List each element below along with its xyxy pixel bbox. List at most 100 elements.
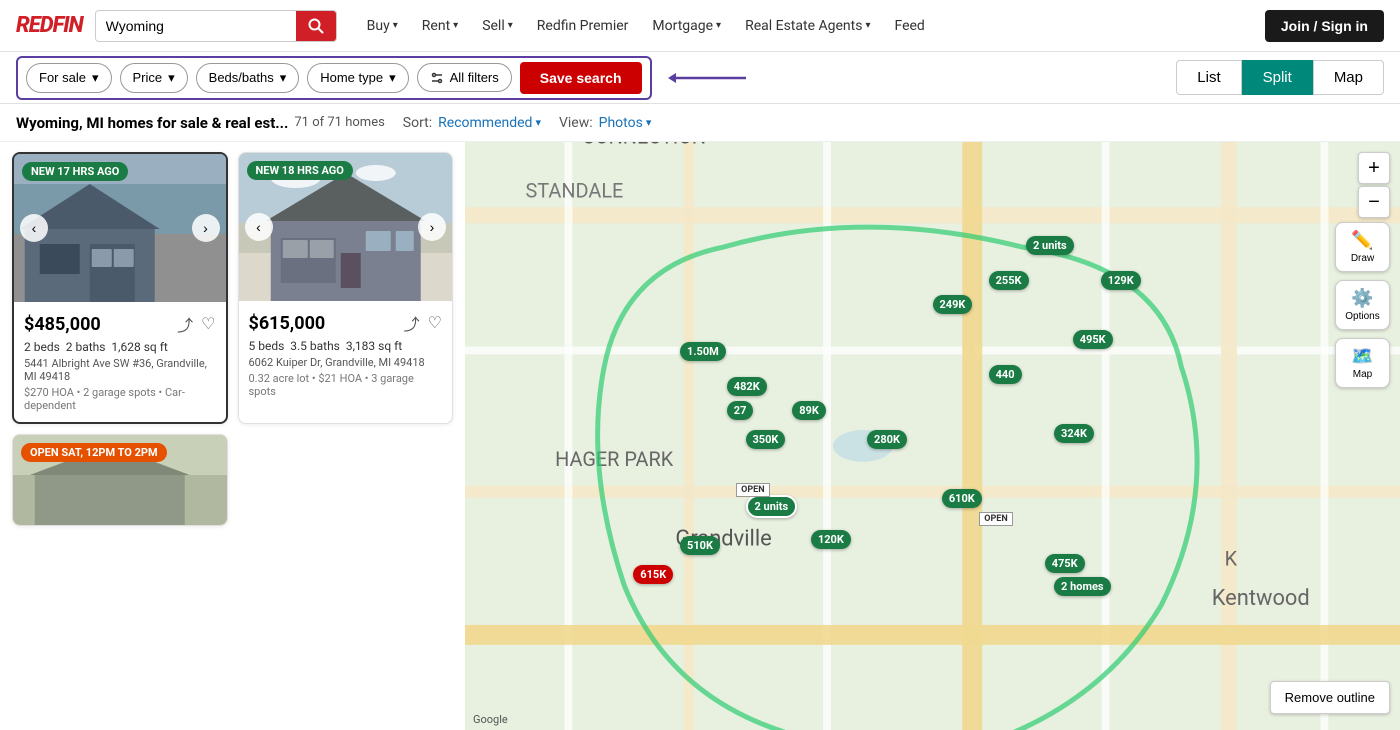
search-icon <box>308 18 324 34</box>
marker-255k[interactable]: 255K <box>989 271 1029 290</box>
results-bar: Wyoming, MI homes for sale & real est...… <box>0 104 1400 142</box>
next-image-btn-1[interactable]: › <box>192 214 220 242</box>
list-view-button[interactable]: List <box>1176 60 1241 95</box>
nav-rent[interactable]: Rent ▾ <box>412 12 468 40</box>
map-side-controls: ✏️ Draw ⚙️ Options 🗺️ Map <box>1335 222 1390 388</box>
nav-sell[interactable]: Sell ▾ <box>472 12 523 40</box>
arrow-indicator <box>668 68 748 88</box>
join-signin-button[interactable]: Join / Sign in <box>1265 10 1384 42</box>
marker-2units-2[interactable]: 2 units <box>746 495 798 518</box>
marker-324k[interactable]: 324K <box>1054 424 1094 443</box>
view-value[interactable]: Photos ▾ <box>599 115 652 131</box>
card-price-1: $485,000 <box>24 314 101 335</box>
map-type-button[interactable]: 🗺️ Map <box>1335 338 1390 388</box>
marker-120k[interactable]: 120K <box>811 530 851 549</box>
card-image-3: OPEN SAT, 12PM TO 2PM <box>13 435 227 525</box>
card-body-2: $615,000 ⤴ ♡ 5 beds 3.5 baths 3,183 sq f… <box>239 301 453 408</box>
view-toggle: List Split Map <box>1176 60 1384 95</box>
marker-280k[interactable]: 280K <box>867 430 907 449</box>
save-search-button[interactable]: Save search <box>520 62 642 94</box>
options-icon: ⚙️ <box>1351 288 1373 309</box>
open-label-1: OPEN <box>736 483 769 497</box>
search-button[interactable] <box>296 11 336 41</box>
chevron-down-icon: ▾ <box>168 70 175 86</box>
marker-2units-1[interactable]: 2 units <box>1026 236 1074 255</box>
prev-image-btn-1[interactable]: ‹ <box>20 214 48 242</box>
favorite-button-2[interactable]: ♡ <box>428 311 442 335</box>
options-button[interactable]: ⚙️ Options <box>1335 280 1390 330</box>
marker-495k[interactable]: 495K <box>1073 330 1113 349</box>
marker-475k[interactable]: 475K <box>1045 554 1085 573</box>
map-markers: 2 units 255K 249K 129K 1.50M 482K 495K 4… <box>465 142 1400 730</box>
listing-card-2[interactable]: NEW 18 HRS AGO ‹ › $615,000 ⤴ ♡ 5 beds 3… <box>238 152 454 424</box>
nav-redfin-premier[interactable]: Redfin Premier <box>527 12 639 40</box>
map-zoom-controls: + − <box>1358 152 1390 218</box>
beds-baths-filter[interactable]: Beds/baths ▾ <box>196 63 300 93</box>
zoom-in-button[interactable]: + <box>1358 152 1390 184</box>
price-filter[interactable]: Price ▾ <box>120 63 188 93</box>
marker-440[interactable]: 440 <box>989 365 1022 384</box>
marker-89k[interactable]: 89K <box>792 401 826 420</box>
map-view-button[interactable]: Map <box>1313 60 1384 95</box>
new-badge-2: NEW 18 HRS AGO <box>247 161 353 180</box>
marker-482k[interactable]: 482K <box>727 377 767 396</box>
marker-249k[interactable]: 249K <box>933 295 973 314</box>
new-badge-1: NEW 17 HRS AGO <box>22 162 128 181</box>
filter-box: For sale ▾ Price ▾ Beds/baths ▾ Home typ… <box>16 56 652 100</box>
open-badge-3: OPEN SAT, 12PM TO 2PM <box>21 443 167 462</box>
map-panel: 96 96 Walker WESTSIDE CONNECTION STANDAL… <box>465 142 1400 730</box>
sort-value[interactable]: Recommended ▾ <box>438 115 541 131</box>
card-details-1: 2 beds 2 baths 1,628 sq ft <box>24 340 216 354</box>
listing-card-1[interactable]: NEW 17 HRS AGO ‹ › $485,000 ⤴ ♡ 2 beds 2… <box>12 152 228 424</box>
filter-bar: For sale ▾ Price ▾ Beds/baths ▾ Home typ… <box>0 52 1400 104</box>
view-label: View: <box>559 115 593 131</box>
marker-615k[interactable]: 615K <box>633 565 673 584</box>
share-button-1[interactable]: ⤴ <box>177 312 193 336</box>
marker-610k[interactable]: 610K <box>942 489 982 508</box>
all-filters-button[interactable]: All filters <box>417 63 512 92</box>
chevron-down-icon: ▾ <box>389 70 396 86</box>
search-input[interactable] <box>96 12 296 40</box>
split-view-button[interactable]: Split <box>1242 60 1313 95</box>
nav-feed[interactable]: Feed <box>884 12 934 40</box>
card-address-1: 5441 Albright Ave SW #36, Grandville, MI… <box>24 357 216 383</box>
marker-350k[interactable]: 350K <box>746 430 786 449</box>
nav-links: Buy ▾ Rent ▾ Sell ▾ Redfin Premier Mortg… <box>357 12 935 40</box>
card-price-2: $615,000 <box>249 313 326 334</box>
nav-mortgage[interactable]: Mortgage ▾ <box>642 12 731 40</box>
prev-image-btn-2[interactable]: ‹ <box>245 213 273 241</box>
draw-icon: ✏️ <box>1351 230 1373 251</box>
share-button-2[interactable]: ⤴ <box>404 311 420 335</box>
chevron-down-icon: ▾ <box>92 70 99 86</box>
open-label-2: OPEN <box>979 512 1012 526</box>
listing-card-3[interactable]: OPEN SAT, 12PM TO 2PM <box>12 434 228 526</box>
header: REDFIN Buy ▾ Rent ▾ Sell ▾ Redfin Premie… <box>0 0 1400 52</box>
next-image-btn-2[interactable]: › <box>418 213 446 241</box>
marker-2homes[interactable]: 2 homes <box>1054 577 1111 596</box>
listings-panel: NEW 17 HRS AGO ‹ › $485,000 ⤴ ♡ 2 beds 2… <box>0 142 465 730</box>
nav-real-estate-agents[interactable]: Real Estate Agents ▾ <box>735 12 880 40</box>
card-meta-2: 0.32 acre lot • $21 HOA • 3 garage spots <box>249 372 443 398</box>
results-title: Wyoming, MI homes for sale & real est... <box>16 114 288 132</box>
for-sale-filter[interactable]: For sale ▾ <box>26 63 112 93</box>
card-image-2: NEW 18 HRS AGO ‹ › <box>239 153 453 301</box>
nav-buy[interactable]: Buy ▾ <box>357 12 408 40</box>
chevron-down-icon: ▾ <box>280 70 287 86</box>
remove-outline-button[interactable]: Remove outline <box>1270 681 1390 714</box>
home-type-filter[interactable]: Home type ▾ <box>307 63 408 93</box>
google-label: Google <box>473 713 508 726</box>
marker-27[interactable]: 27 <box>727 401 754 420</box>
search-bar <box>95 10 337 42</box>
draw-button[interactable]: ✏️ Draw <box>1335 222 1390 272</box>
marker-510k[interactable]: 510K <box>680 536 720 555</box>
card-body-1: $485,000 ⤴ ♡ 2 beds 2 baths 1,628 sq ft … <box>14 302 226 422</box>
marker-129k[interactable]: 129K <box>1101 271 1141 290</box>
redfin-logo[interactable]: REDFIN <box>16 13 83 38</box>
left-arrow-icon <box>668 68 748 88</box>
main-layout: NEW 17 HRS AGO ‹ › $485,000 ⤴ ♡ 2 beds 2… <box>0 142 1400 730</box>
sliders-icon <box>430 71 444 85</box>
favorite-button-1[interactable]: ♡ <box>201 312 215 336</box>
zoom-out-button[interactable]: − <box>1358 186 1390 218</box>
marker-150m[interactable]: 1.50M <box>680 342 726 361</box>
card-image-1: NEW 17 HRS AGO ‹ › <box>14 154 226 302</box>
